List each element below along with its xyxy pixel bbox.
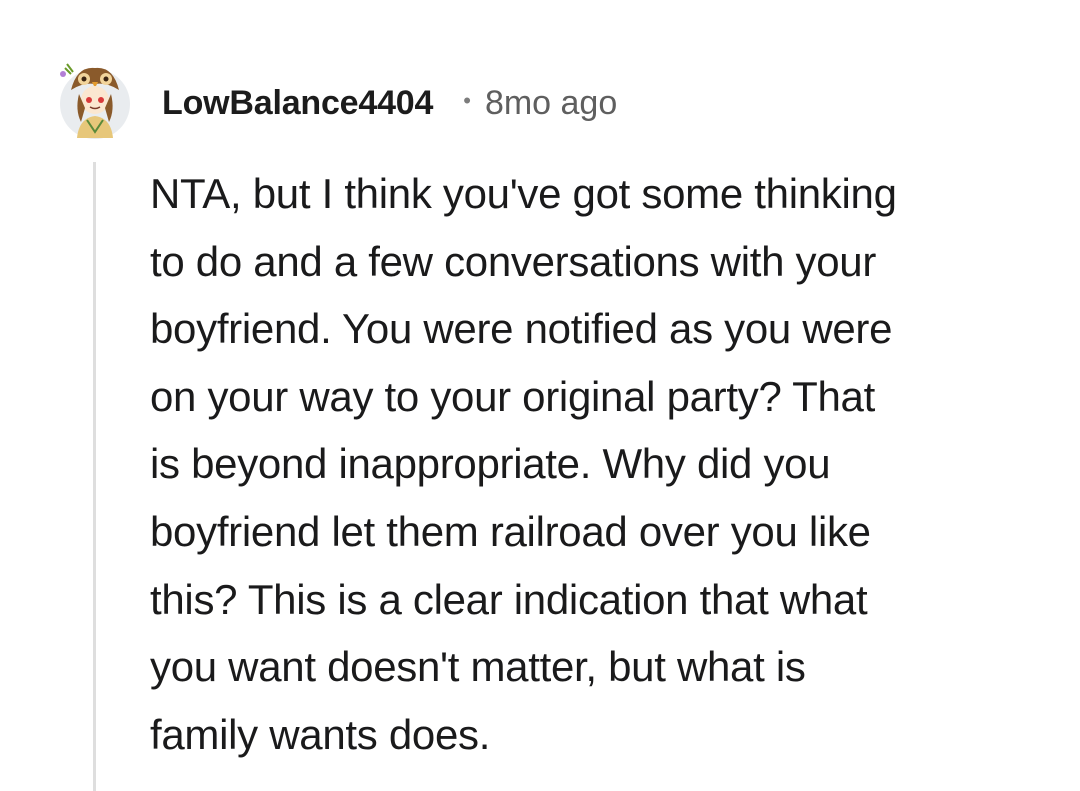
comment-body-line: is beyond inappropriate. Why did you [150,440,831,488]
comment-body-line: boyfriend. You were notified as you were [150,305,893,353]
comment-body-line: you want doesn't matter, but what is [150,643,806,691]
owl-hat-avatar-icon [60,63,130,139]
comment-header: LowBalance4404 • 8mo ago [162,80,617,126]
timestamp[interactable]: 8mo ago [485,84,617,123]
comment-body-line: NTA, but I think you've got some thinkin… [150,170,897,217]
comment-body: NTA, but I think you've got some thinkin… [150,160,1030,768]
comment-body-line: on your way to your original party? That [150,372,875,420]
comment-body-line: boyfriend let them railroad over you lik… [150,507,871,555]
comment-body-line: this? This is a clear indication that wh… [150,575,868,623]
thread-collapse-line[interactable] [93,162,96,791]
separator-dot: • [463,88,471,113]
username-link[interactable]: LowBalance4404 [162,84,433,123]
comment-body-line: to do and a few conversations with your [150,237,877,285]
user-avatar[interactable] [57,60,133,140]
comment: LowBalance4404 • 8mo ago NTA, but I thin… [0,0,1080,791]
comment-body-line: family wants does. [150,710,491,758]
